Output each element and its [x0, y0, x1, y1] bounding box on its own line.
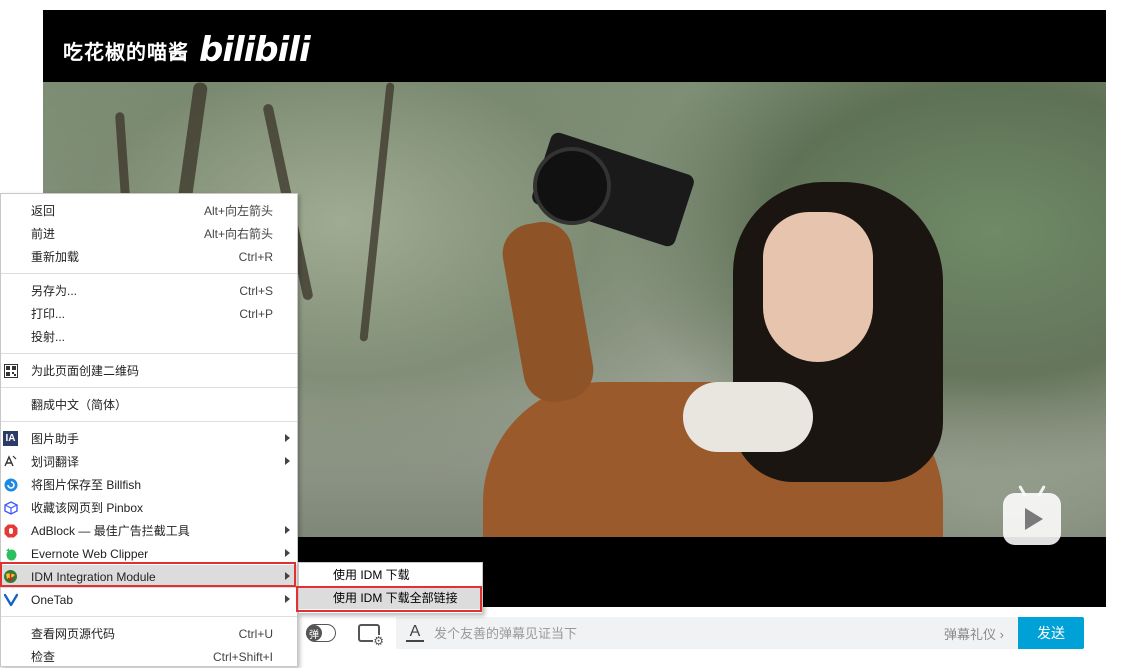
- danmaku-toggle-knob: 弹: [306, 625, 322, 641]
- qr-code-icon: [3, 363, 18, 378]
- adblock-icon: [3, 523, 18, 538]
- menu-item-word-translate[interactable]: 划词翻译: [1, 450, 297, 473]
- context-menu: 返回 Alt+向左箭头 前进 Alt+向右箭头 重新加载 Ctrl+R 另存为.…: [0, 193, 298, 667]
- menu-separator: [1, 616, 297, 617]
- menu-item-forward[interactable]: 前进 Alt+向右箭头: [1, 222, 297, 245]
- shortcut: Ctrl+R: [238, 249, 273, 264]
- danmaku-input-wrapper: A 弹幕礼仪 ›: [396, 617, 1018, 649]
- menu-item-billfish[interactable]: 将图片保存至 Billfish: [1, 473, 297, 496]
- danmaku-settings-icon[interactable]: [358, 624, 384, 647]
- menu-item-view-source[interactable]: 查看网页源代码 Ctrl+U: [1, 622, 297, 645]
- submenu-arrow-icon: [285, 434, 290, 442]
- menu-item-qr-code[interactable]: 为此页面创建二维码: [1, 359, 297, 382]
- menu-item-onetab[interactable]: OneTab: [1, 588, 297, 611]
- submenu-arrow-icon: [285, 549, 290, 557]
- danmaku-bar: 弹 A 弹幕礼仪 › 发送: [298, 613, 1106, 653]
- player-title-bar: 吃花椒的喵酱 bilibili: [63, 26, 311, 74]
- shortcut: Alt+向左箭头: [203, 204, 273, 218]
- shortcut: Ctrl+Shift+I: [212, 649, 273, 664]
- camera-lens: [533, 147, 611, 225]
- menu-item-back[interactable]: 返回 Alt+向左箭头: [1, 199, 297, 222]
- download-all-highlight-box: [296, 586, 482, 612]
- submenu-arrow-icon: [285, 526, 290, 534]
- menu-item-pinbox[interactable]: 收藏该网页到 Pinbox: [1, 496, 297, 519]
- menu-item-inspect[interactable]: 检查 Ctrl+Shift+I: [1, 645, 297, 668]
- danmaku-toggle[interactable]: 弹: [306, 624, 336, 642]
- danmaku-input[interactable]: [432, 624, 945, 642]
- menu-item-cast[interactable]: 投射...: [1, 325, 297, 348]
- pinbox-icon: [3, 500, 18, 515]
- shortcut: Alt+向右箭头: [203, 227, 273, 241]
- tree-branch: [359, 82, 395, 342]
- send-button[interactable]: 发送: [1018, 617, 1084, 649]
- idm-item-highlight-box: [0, 562, 296, 587]
- onetab-icon: [3, 592, 18, 607]
- shortcut: Ctrl+S: [239, 283, 273, 298]
- person-collar: [683, 382, 813, 452]
- person-arm: [497, 217, 599, 407]
- submenu-arrow-icon: [285, 595, 290, 603]
- billfish-icon: [3, 477, 18, 492]
- menu-separator: [1, 421, 297, 422]
- menu-separator: [1, 353, 297, 354]
- danmaku-style-icon[interactable]: A: [406, 624, 424, 642]
- person-face: [763, 212, 873, 362]
- image-assistant-icon: IA: [3, 431, 18, 446]
- menu-item-print[interactable]: 打印... Ctrl+P: [1, 302, 297, 325]
- shortcut: Ctrl+P: [239, 306, 273, 321]
- danmaku-etiquette-link[interactable]: 弹幕礼仪 ›: [944, 624, 1004, 643]
- submenu-item-download-with-idm[interactable]: 使用 IDM 下载: [299, 563, 482, 586]
- menu-separator: [1, 387, 297, 388]
- submenu-arrow-icon: [285, 457, 290, 465]
- uploader-name: 吃花椒的喵酱: [63, 41, 189, 64]
- play-button[interactable]: [1003, 493, 1061, 545]
- menu-item-image-assistant[interactable]: IA 图片助手: [1, 427, 297, 450]
- menu-item-adblock[interactable]: AdBlock — 最佳广告拦截工具: [1, 519, 297, 542]
- bilibili-logo: bilibili: [199, 30, 311, 70]
- menu-item-reload[interactable]: 重新加载 Ctrl+R: [1, 245, 297, 268]
- translate-icon: [3, 454, 18, 469]
- shortcut: Ctrl+U: [238, 626, 273, 641]
- menu-item-save-as[interactable]: 另存为... Ctrl+S: [1, 279, 297, 302]
- menu-separator: [1, 273, 297, 274]
- menu-item-translate-page[interactable]: 翻成中文（简体）: [1, 393, 297, 416]
- evernote-icon: [3, 546, 18, 561]
- play-icon: [1025, 508, 1043, 530]
